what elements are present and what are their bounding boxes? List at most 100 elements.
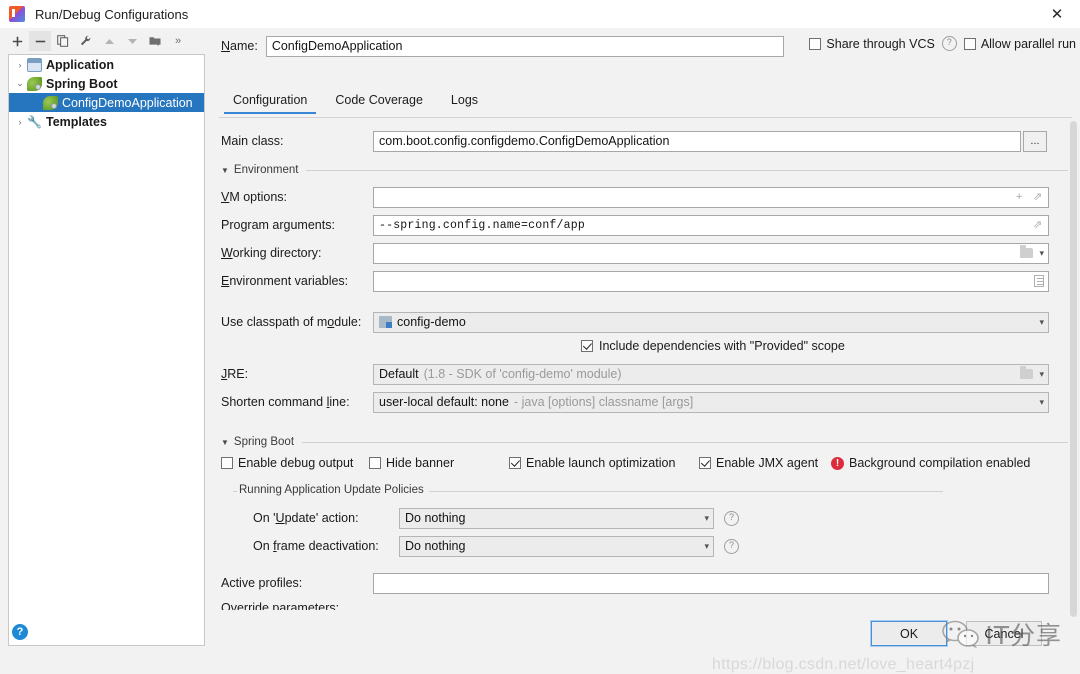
program-arguments-icons: ⇗ — [1033, 216, 1044, 235]
jre-value: Default — [379, 367, 419, 381]
move-up-icon[interactable] — [98, 31, 120, 51]
tabs-separator — [219, 117, 1072, 118]
enable-debug-output-label: Enable debug output — [238, 456, 354, 470]
tree-item-spring-boot[interactable]: ⌄ Spring Boot — [9, 74, 204, 93]
tree-item-label: Application — [46, 57, 115, 72]
expander-icon[interactable]: ⌄ — [13, 78, 27, 89]
include-provided-checkbox[interactable]: Include dependencies with "Provided" sco… — [581, 339, 845, 353]
tab-configuration[interactable]: Configuration — [219, 90, 321, 114]
title-bar: Run/Debug Configurations ✕ — [0, 0, 1080, 28]
enable-launch-optimization-checkbox[interactable]: Enable launch optimization — [509, 456, 699, 470]
chevron-down-icon[interactable]: ▾ — [1039, 317, 1044, 328]
tab-code-coverage[interactable]: Code Coverage — [321, 90, 437, 114]
main-class-input[interactable]: com.boot.config.configdemo.ConfigDemoApp… — [373, 130, 1021, 152]
vm-options-row: VM options: + ⇗ — [221, 186, 1049, 208]
expander-icon[interactable]: › — [13, 60, 27, 70]
tree-item-configdemoapplication[interactable]: · ConfigDemoApplication — [9, 93, 204, 112]
classpath-module-label: Use classpath of module: — [221, 315, 362, 329]
on-update-action-label: On 'Update' action: — [253, 511, 359, 525]
tab-logs[interactable]: Logs — [437, 90, 492, 114]
share-through-vcs-checkbox[interactable]: Share through VCS — [809, 37, 935, 51]
expander-icon[interactable]: › — [13, 117, 27, 127]
shorten-command-line-hint: - java [options] classname [args] — [513, 395, 694, 409]
vm-options-input[interactable]: + ⇗ — [373, 186, 1049, 208]
main-class-value: com.boot.config.configdemo.ConfigDemoApp… — [379, 134, 670, 148]
spring-boot-icon — [43, 95, 58, 110]
name-label: Name: — [221, 39, 258, 53]
chevron-down-icon[interactable]: ▾ — [1039, 397, 1044, 408]
chevron-down-icon[interactable]: ▼ — [221, 166, 229, 175]
environment-section-header[interactable]: ▼ Environment — [221, 163, 1072, 177]
tree-item-templates[interactable]: › 🔧 Templates — [9, 112, 204, 131]
folder-icon[interactable] — [1020, 245, 1034, 258]
jre-dropdown[interactable]: Default (1.8 - SDK of 'config-demo' modu… — [373, 363, 1049, 385]
enable-debug-output-checkbox[interactable]: Enable debug output — [221, 456, 369, 470]
chevron-down-icon[interactable]: ▼ — [221, 438, 229, 447]
enable-jmx-agent-label: Enable JMX agent — [716, 456, 819, 470]
background-compilation-label: Background compilation enabled — [849, 456, 1031, 470]
folder-icon[interactable] — [1020, 366, 1034, 379]
tree-item-application[interactable]: › Application — [9, 55, 204, 74]
program-arguments-input[interactable]: --spring.config.name=conf/app ⇗ — [373, 214, 1049, 236]
name-input[interactable]: ConfigDemoApplication — [265, 35, 784, 57]
hide-banner-checkbox[interactable]: Hide banner — [369, 456, 509, 470]
override-parameters-row: Override parameters: — [221, 597, 339, 610]
expand-icon[interactable]: ⇗ — [1033, 191, 1044, 203]
chevron-down-icon[interactable]: ▾ — [1039, 248, 1044, 259]
scrollbar-thumb[interactable] — [1070, 121, 1077, 617]
cancel-button[interactable]: Cancel — [966, 621, 1042, 646]
chevron-down-icon[interactable]: ▾ — [704, 513, 709, 524]
wrench-icon[interactable] — [75, 31, 97, 51]
checkbox-box — [581, 340, 593, 352]
spring-boot-section-header[interactable]: ▼ Spring Boot — [221, 435, 1072, 449]
form-scrollbar[interactable] — [1068, 121, 1079, 643]
shorten-command-line-value: user-local default: none — [379, 395, 509, 409]
browse-main-class-button[interactable]: ... — [1023, 130, 1047, 152]
allow-parallel-run-checkbox[interactable]: Allow parallel run — [963, 37, 1076, 51]
environment-variables-input[interactable] — [373, 270, 1049, 292]
help-icon[interactable]: ? — [724, 538, 739, 554]
error-icon: ! — [831, 456, 844, 470]
on-frame-deactivation-icons: ▾ — [704, 537, 709, 556]
dialog-footer: ? OK Cancel — [0, 614, 1080, 656]
help-icon[interactable]: ? — [12, 624, 28, 640]
tree-item-label: ConfigDemoApplication — [62, 95, 193, 110]
move-down-icon[interactable] — [121, 31, 143, 51]
help-icon[interactable]: ? — [941, 36, 957, 51]
window-title: Run/Debug Configurations — [35, 6, 189, 22]
configurations-tree[interactable]: › Application ⌄ Spring Boot · ConfigDemo… — [8, 54, 205, 646]
watermark-url: https://blog.csdn.net/love_heart4pzj — [712, 656, 975, 673]
chevron-down-icon[interactable]: ▾ — [1039, 369, 1044, 380]
help-icon[interactable]: ? — [724, 510, 739, 526]
ok-button[interactable]: OK — [870, 620, 948, 647]
top-options: Share through VCS ? Allow parallel run — [809, 36, 1076, 51]
remove-configuration-button[interactable] — [29, 31, 51, 51]
spring-boot-options: Enable debug output Hide banner Enable l… — [221, 454, 1072, 472]
background-compilation-warning[interactable]: ! Background compilation enabled — [831, 456, 1030, 470]
plus-icon[interactable]: + — [1016, 191, 1027, 203]
working-directory-input[interactable]: ▾ — [373, 242, 1049, 264]
chevron-down-icon[interactable]: ▾ — [704, 541, 709, 552]
checkbox-box — [963, 37, 976, 50]
override-parameters-label: Override parameters: — [221, 601, 340, 610]
copy-configuration-icon[interactable] — [52, 31, 74, 51]
on-frame-deactivation-dropdown[interactable]: Do nothing ▾ — [399, 535, 714, 557]
close-icon[interactable]: ✕ — [1034, 0, 1080, 28]
classpath-module-dropdown[interactable]: config-demo ▾ — [373, 311, 1049, 333]
on-update-action-value: Do nothing — [405, 511, 466, 525]
wrench-icon: 🔧 — [27, 114, 42, 129]
on-frame-deactivation-value: Do nothing — [405, 539, 466, 553]
active-profiles-input[interactable] — [373, 572, 1049, 594]
include-provided-label: Include dependencies with "Provided" sco… — [599, 339, 845, 353]
enable-jmx-agent-checkbox[interactable]: Enable JMX agent — [699, 456, 831, 470]
folder-add-icon[interactable] — [144, 31, 166, 51]
overflow-button[interactable]: » — [167, 31, 189, 51]
working-directory-row: Working directory: ▾ — [221, 242, 1049, 264]
module-icon — [379, 316, 392, 328]
on-update-action-icons: ▾ — [704, 509, 709, 528]
on-update-action-dropdown[interactable]: Do nothing ▾ — [399, 507, 714, 529]
expand-icon[interactable]: ⇗ — [1033, 219, 1044, 231]
shorten-command-line-dropdown[interactable]: user-local default: none - java [options… — [373, 391, 1049, 413]
add-configuration-button[interactable] — [6, 31, 28, 51]
list-icon[interactable] — [1034, 275, 1044, 287]
